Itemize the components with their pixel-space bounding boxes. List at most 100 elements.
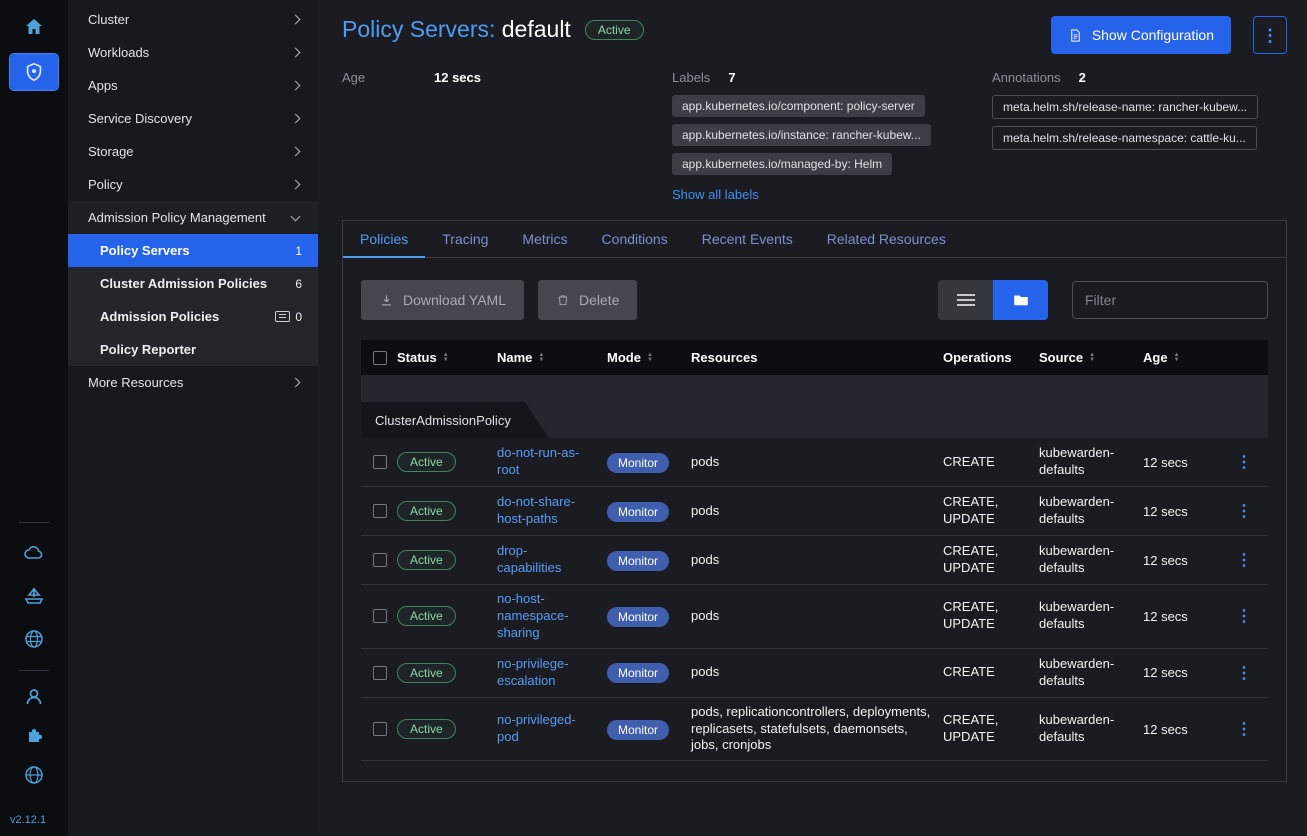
- sidebar-item-policy[interactable]: Policy: [68, 168, 318, 201]
- column-header-operations[interactable]: Operations: [943, 350, 1039, 365]
- tab-related-resources[interactable]: Related Resources: [810, 221, 963, 257]
- policy-name-link[interactable]: do-not-share-host-paths: [497, 494, 597, 528]
- sidebar-item-admission-policies[interactable]: Admission Policies 0: [68, 300, 318, 333]
- table-row[interactable]: Active do-not-run-as-root Monitor pods C…: [361, 438, 1268, 487]
- table-row[interactable]: Active no-host-namespace-sharing Monitor…: [361, 585, 1268, 649]
- sidebar-item-label: Admission Policies: [100, 309, 275, 324]
- version-label: v2.12.1: [0, 814, 46, 826]
- column-header-name[interactable]: Name ▲▼: [497, 350, 607, 365]
- row-actions-button[interactable]: ⋮: [1228, 665, 1260, 682]
- sidebar-item-cluster[interactable]: Cluster: [68, 3, 318, 36]
- annotations-count: 2: [1079, 70, 1086, 85]
- header-actions-menu-button[interactable]: ⋮: [1253, 16, 1287, 54]
- row-actions-button[interactable]: ⋮: [1228, 608, 1260, 625]
- sidebar-group-admission-policy-management[interactable]: Admission Policy Management: [68, 201, 318, 234]
- kubewarden-nav-icon[interactable]: [10, 54, 58, 90]
- resources-text: pods: [691, 454, 943, 471]
- user-icon[interactable]: [21, 684, 47, 710]
- operations-text: CREATE, UPDATE: [943, 543, 1039, 577]
- row-actions-button[interactable]: ⋮: [1228, 503, 1260, 520]
- delete-button[interactable]: Delete: [538, 280, 637, 320]
- page-title: Policy Servers: default: [342, 16, 571, 44]
- policy-name-link[interactable]: no-privileged-pod: [497, 712, 597, 746]
- download-yaml-button[interactable]: Download YAML: [361, 280, 524, 320]
- age-text: 12 secs: [1143, 504, 1228, 519]
- row-checkbox[interactable]: [373, 553, 387, 567]
- column-header-resources[interactable]: Resources: [691, 350, 943, 365]
- show-configuration-button[interactable]: Show Configuration: [1051, 16, 1231, 54]
- column-header-status[interactable]: Status ▲▼: [397, 350, 497, 365]
- age-text: 12 secs: [1143, 455, 1228, 470]
- policy-name-link[interactable]: drop-capabilities: [497, 543, 597, 577]
- tab-metrics[interactable]: Metrics: [505, 221, 584, 257]
- sidebar-item-cluster-admission-policies[interactable]: Cluster Admission Policies 6: [68, 267, 318, 300]
- show-all-labels-link[interactable]: Show all labels: [672, 187, 759, 202]
- extensions-puzzle-icon[interactable]: [21, 723, 47, 749]
- select-all-checkbox[interactable]: [373, 351, 387, 365]
- column-header-mode[interactable]: Mode ▲▼: [607, 350, 691, 365]
- table-toolbar: Download YAML Delete: [361, 280, 1268, 320]
- sidebar-item-storage[interactable]: Storage: [68, 135, 318, 168]
- policies-table: Status ▲▼ Name ▲▼ Mode ▲▼ Resources: [361, 340, 1268, 761]
- row-checkbox[interactable]: [373, 609, 387, 623]
- label-chip: app.kubernetes.io/instance: rancher-kube…: [672, 124, 931, 146]
- fleet-ship-icon[interactable]: [21, 583, 47, 609]
- list-icon: [957, 299, 975, 301]
- table-row[interactable]: Active no-privileged-pod Monitor pods, r…: [361, 698, 1268, 762]
- status-badge: Active: [397, 501, 456, 521]
- sidebar-item-policy-reporter[interactable]: Policy Reporter: [68, 333, 318, 366]
- tab-policies[interactable]: Policies: [343, 221, 425, 257]
- column-header-age[interactable]: Age ▲▼: [1143, 350, 1228, 365]
- table-row[interactable]: Active no-privilege-escalation Monitor p…: [361, 649, 1268, 698]
- globe-icon[interactable]: [21, 762, 47, 788]
- status-badge: Active: [397, 452, 456, 472]
- page-header: Policy Servers: default Active Show Conf…: [342, 16, 1287, 54]
- sidebar-group-label: Admission Policy Management: [88, 210, 292, 225]
- sidebar-item-policy-servers[interactable]: Policy Servers 1: [68, 234, 318, 267]
- row-actions-button[interactable]: ⋮: [1228, 454, 1260, 471]
- policy-name-link[interactable]: do-not-run-as-root: [497, 445, 597, 479]
- operations-text: CREATE, UPDATE: [943, 712, 1039, 746]
- resources-text: pods: [691, 503, 943, 520]
- tab-recent-events[interactable]: Recent Events: [685, 221, 810, 257]
- harvester-icon[interactable]: [21, 626, 47, 652]
- home-icon[interactable]: [21, 14, 47, 40]
- grouped-view-button[interactable]: [993, 280, 1048, 320]
- delete-label: Delete: [579, 292, 619, 308]
- sidebar-item-more-resources[interactable]: More Resources: [68, 366, 318, 399]
- tab-tracing[interactable]: Tracing: [425, 221, 505, 257]
- sidebar-item-apps[interactable]: Apps: [68, 69, 318, 102]
- sidebar-item-label: Policy Reporter: [100, 342, 302, 357]
- table-row[interactable]: Active drop-capabilities Monitor pods CR…: [361, 536, 1268, 585]
- row-actions-button[interactable]: ⋮: [1228, 552, 1260, 569]
- policy-name-link[interactable]: no-host-namespace-sharing: [497, 591, 597, 642]
- sidebar-item-label: More Resources: [88, 375, 292, 390]
- sidebar-item-workloads[interactable]: Workloads: [68, 36, 318, 69]
- row-checkbox[interactable]: [373, 722, 387, 736]
- row-checkbox[interactable]: [373, 504, 387, 518]
- chevron-right-icon: [291, 147, 301, 157]
- source-text: kubewarden-defaults: [1039, 712, 1143, 746]
- chevron-right-icon: [291, 180, 301, 190]
- source-text: kubewarden-defaults: [1039, 445, 1143, 479]
- policy-name-link[interactable]: no-privilege-escalation: [497, 656, 597, 690]
- column-header-source[interactable]: Source ▲▼: [1039, 350, 1143, 365]
- sidebar-item-service-discovery[interactable]: Service Discovery: [68, 102, 318, 135]
- cloud-icon[interactable]: [21, 540, 47, 566]
- page-title-kind[interactable]: Policy Servers:: [342, 16, 495, 42]
- mode-badge: Monitor: [607, 502, 669, 522]
- row-checkbox[interactable]: [373, 666, 387, 680]
- group-tab-clusteradmissionpolicy[interactable]: ClusterAdmissionPolicy: [361, 402, 549, 438]
- flat-list-view-button[interactable]: [938, 280, 993, 320]
- row-checkbox[interactable]: [373, 455, 387, 469]
- filter-input[interactable]: [1072, 281, 1268, 319]
- trash-icon: [556, 293, 570, 307]
- tabbed-panel: Policies Tracing Metrics Conditions Rece…: [342, 220, 1287, 782]
- operations-text: CREATE: [943, 454, 1039, 471]
- table-row[interactable]: Active do-not-share-host-paths Monitor p…: [361, 487, 1268, 536]
- sort-icon: ▲▼: [1174, 353, 1180, 363]
- sort-icon: ▲▼: [647, 353, 653, 363]
- tab-conditions[interactable]: Conditions: [585, 221, 685, 257]
- row-actions-button[interactable]: ⋮: [1228, 721, 1260, 738]
- source-text: kubewarden-defaults: [1039, 494, 1143, 528]
